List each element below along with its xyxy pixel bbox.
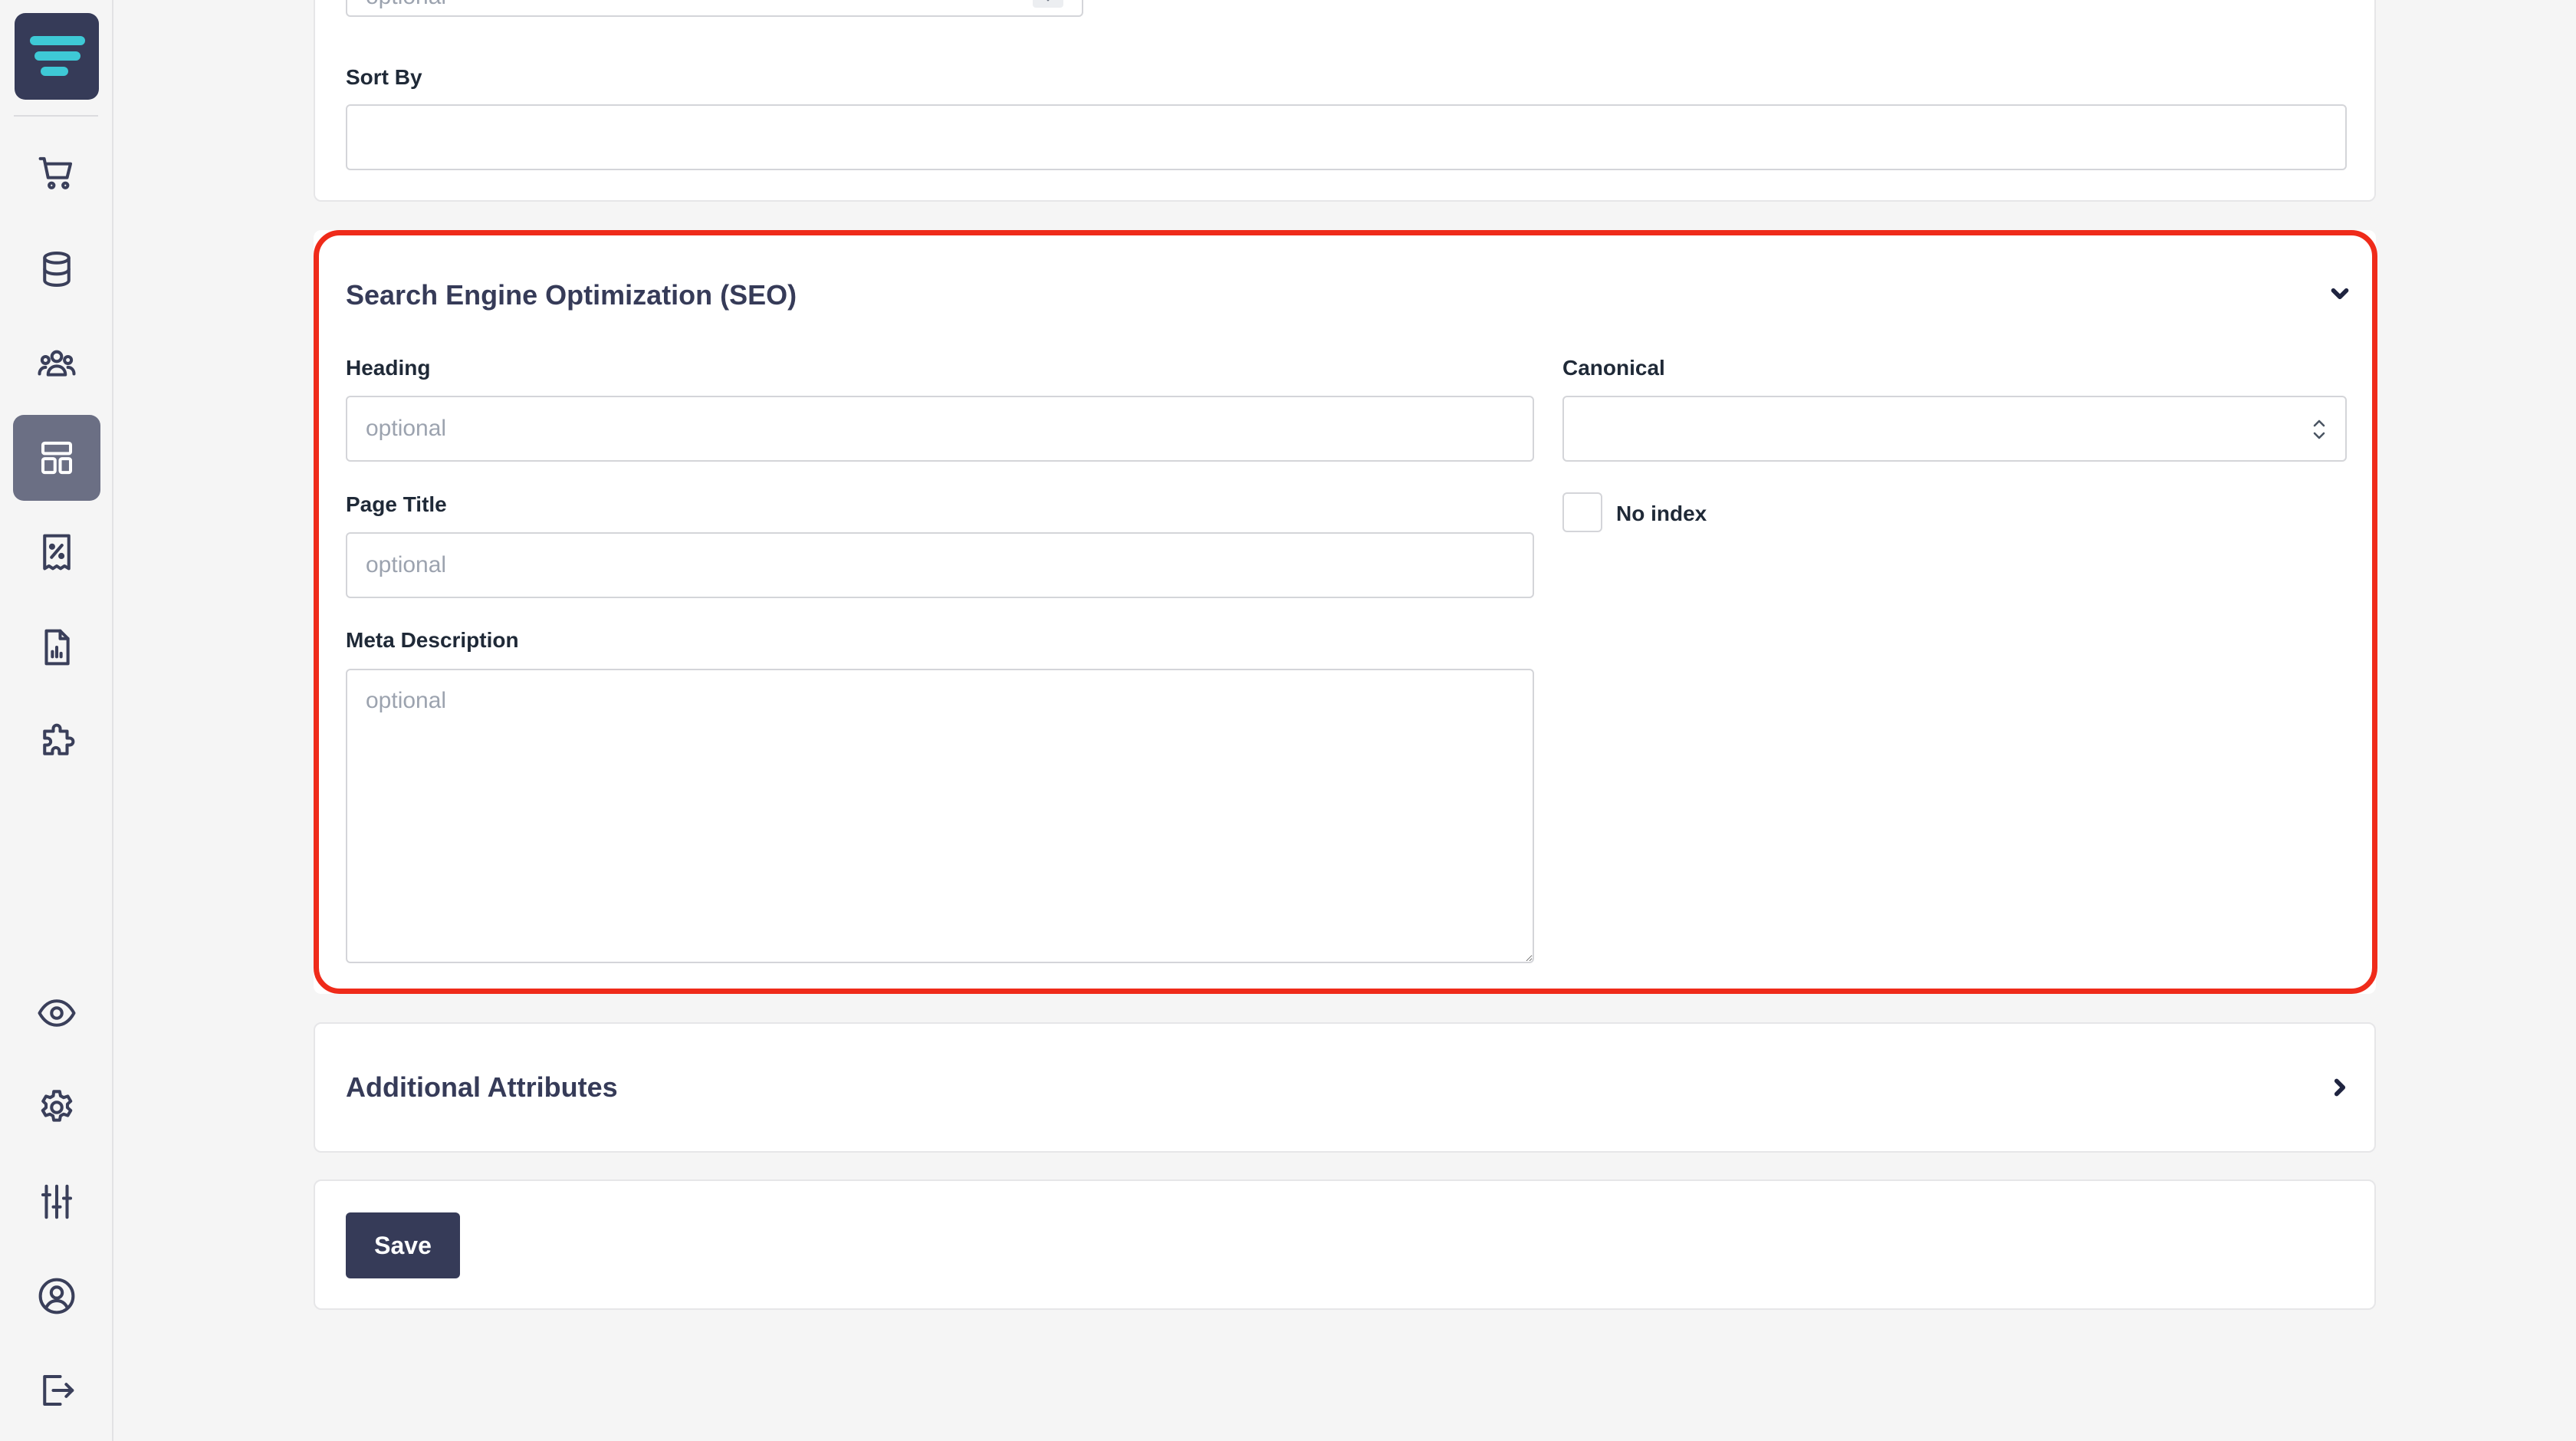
sidebar-item-logout[interactable] bbox=[13, 1347, 100, 1433]
sidebar-item-database[interactable] bbox=[13, 226, 100, 312]
page-title-label: Page Title bbox=[346, 492, 447, 516]
sidebar-item-layout[interactable] bbox=[13, 415, 100, 501]
eye-icon bbox=[38, 999, 76, 1027]
cutoff-select[interactable]: optional bbox=[346, 0, 1083, 17]
save-button[interactable]: Save bbox=[346, 1212, 460, 1278]
seo-card: Search Engine Optimization (SEO) Heading… bbox=[314, 230, 2376, 994]
receipt-percent-icon bbox=[43, 534, 71, 571]
list-settings-card: optional Sort By bbox=[314, 0, 2376, 202]
sidebar-divider bbox=[14, 115, 98, 117]
no-index-checkbox[interactable] bbox=[1562, 492, 1602, 532]
sort-by-label: Sort By bbox=[346, 65, 422, 89]
sidebar-item-reports[interactable] bbox=[13, 604, 100, 690]
canonical-label: Canonical bbox=[1562, 356, 1665, 380]
meta-description-textarea[interactable] bbox=[346, 669, 1534, 963]
sidebar-item-customers[interactable] bbox=[13, 321, 100, 406]
meta-description-label: Meta Description bbox=[346, 628, 519, 652]
chevron-down-icon bbox=[1033, 0, 1063, 8]
sidebar bbox=[0, 0, 113, 1441]
heading-input[interactable] bbox=[346, 396, 1534, 462]
gear-icon bbox=[41, 1090, 73, 1122]
chevron-updown-icon bbox=[2310, 414, 2328, 451]
sidebar-item-account[interactable] bbox=[13, 1253, 100, 1339]
canonical-select[interactable] bbox=[1562, 396, 2347, 462]
puzzle-icon bbox=[43, 723, 75, 755]
actions-card bbox=[314, 1179, 2376, 1310]
additional-attributes-title[interactable]: Additional Attributes bbox=[346, 1071, 618, 1104]
database-icon bbox=[43, 252, 71, 287]
brand-logo-icon[interactable] bbox=[15, 13, 99, 100]
users-icon bbox=[38, 350, 76, 377]
sidebar-item-adjustments[interactable] bbox=[13, 1159, 100, 1245]
sidebar-item-orders[interactable] bbox=[13, 130, 100, 216]
layout-icon bbox=[41, 441, 73, 475]
user-circle-icon bbox=[38, 1278, 75, 1314]
sliders-icon bbox=[41, 1184, 73, 1219]
sort-by-input[interactable] bbox=[346, 104, 2347, 170]
additional-attributes-card[interactable]: Additional Attributes bbox=[314, 1022, 2376, 1153]
page-title-input[interactable] bbox=[346, 532, 1534, 598]
chevron-right-icon[interactable] bbox=[2327, 1074, 2353, 1104]
shopping-cart-icon bbox=[38, 156, 73, 189]
seo-section-title[interactable]: Search Engine Optimization (SEO) bbox=[346, 279, 797, 311]
sidebar-item-preview[interactable] bbox=[13, 970, 100, 1056]
no-index-label: No index bbox=[1616, 502, 1707, 525]
sidebar-item-discounts[interactable] bbox=[13, 509, 100, 595]
cutoff-select-placeholder: optional bbox=[366, 0, 446, 10]
sidebar-item-extensions[interactable] bbox=[13, 699, 100, 785]
chevron-down-icon[interactable] bbox=[2327, 281, 2353, 311]
report-icon bbox=[44, 629, 70, 666]
sidebar-item-settings[interactable] bbox=[13, 1064, 100, 1150]
heading-label: Heading bbox=[346, 356, 431, 380]
logout-icon bbox=[43, 1374, 74, 1406]
